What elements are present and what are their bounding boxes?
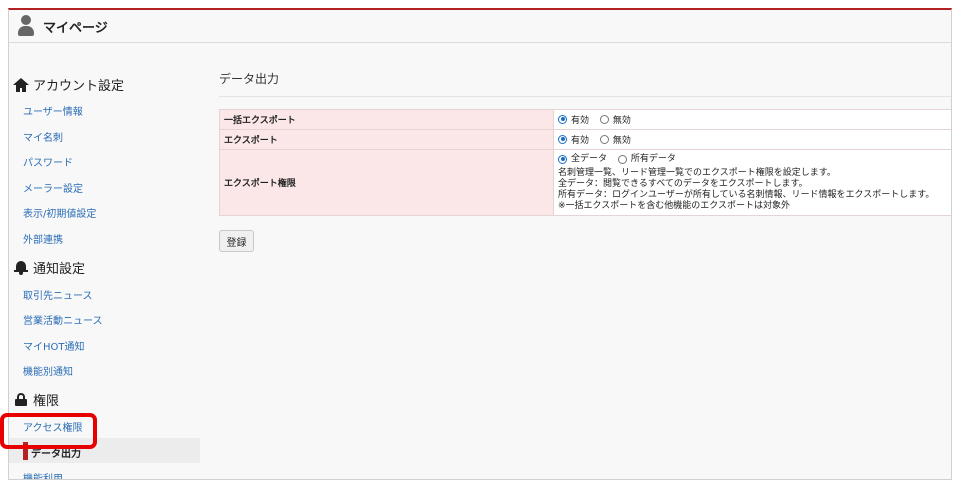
table-row: エクスポート 有効 無効 [219,129,951,150]
sidebar-section-permissions: 権限 [13,390,59,409]
table-row: 一括エクスポート 有効 無効 [219,109,951,130]
sidebar-item-display[interactable]: 表示/初期値設定 [23,205,96,220]
page-header-title: マイページ [43,20,108,36]
sidebar-item-client-news[interactable]: 取引先ニュース [23,287,93,302]
lock-icon [13,392,29,408]
row-value: 全データ 所有データ 名刺管理一覧、リード管理一覧でのエクスポート権限を設定しま… [553,149,951,216]
sidebar-section-title: 通知設定 [33,262,86,277]
sidebar-item-my-hot[interactable]: マイHOT通知 [23,338,85,353]
user-icon [17,15,35,37]
sidebar-item-feature-use[interactable]: 機能利用 [23,470,63,479]
description-line: 所有データ：ログインユーザーが所有している名刺情報、リード情報をエクスポートしま… [558,189,935,200]
sidebar-section-account: アカウント設定 [13,75,124,94]
sidebar-item-user-info[interactable]: ユーザー情報 [23,103,83,118]
row-label: エクスポート権限 [219,149,554,216]
bulk-export-enabled-radio[interactable]: 有効 [558,113,589,126]
table-row: エクスポート権限 全データ 所有データ 名刺管理一覧、リード管理一覧でのエクスポ… [219,149,951,216]
export-all-data-radio[interactable]: 全データ [558,153,607,165]
sidebar-section-title: 権限 [33,394,60,409]
export-own-data-radio[interactable]: 所有データ [617,153,676,165]
register-button[interactable]: 登録 [219,230,254,252]
sidebar-section-title: アカウント設定 [33,79,125,94]
row-label: エクスポート [219,129,554,150]
description-line: 名刺管理一覧、リード管理一覧でのエクスポート権限を設定します。 [558,167,836,178]
row-value: 有効 無効 [553,109,951,130]
bulk-export-disabled-radio[interactable]: 無効 [599,113,631,126]
sidebar-section-notify: 通知設定 [13,258,85,277]
app-frame: マイページ アカウント設定 ユーザー情報 マイ名刺 パスワード メーラー設定 表… [8,8,952,480]
description-line: 全データ：閲覧できるすべてのデータをエクスポートします。 [558,178,808,189]
header: マイページ [9,10,951,43]
divider [219,96,951,97]
home-icon [13,77,29,93]
sidebar-item-mailer[interactable]: メーラー設定 [23,180,83,195]
export-enabled-radio[interactable]: 有効 [558,133,589,146]
description-line: ※一括エクスポートを含む他機能のエクスポートは対象外 [558,200,791,211]
sidebar-item-external[interactable]: 外部連携 [23,231,63,246]
bell-icon [13,260,29,276]
export-disabled-radio[interactable]: 無効 [599,133,631,146]
sidebar-item-my-card[interactable]: マイ名刺 [23,129,63,144]
highlight-box [0,413,97,449]
sidebar-item-feature-notify[interactable]: 機能別通知 [23,363,73,378]
row-value: 有効 無効 [553,129,951,150]
export-settings-table: 一括エクスポート 有効 無効 エクスポート 有効 無効 エクスポート権限 全デー… [219,109,951,216]
sidebar-item-password[interactable]: パスワード [23,154,73,169]
page-title: データ出力 [219,72,280,86]
sidebar-item-sales-news[interactable]: 営業活動ニュース [23,312,103,327]
row-label: 一括エクスポート [219,109,554,130]
